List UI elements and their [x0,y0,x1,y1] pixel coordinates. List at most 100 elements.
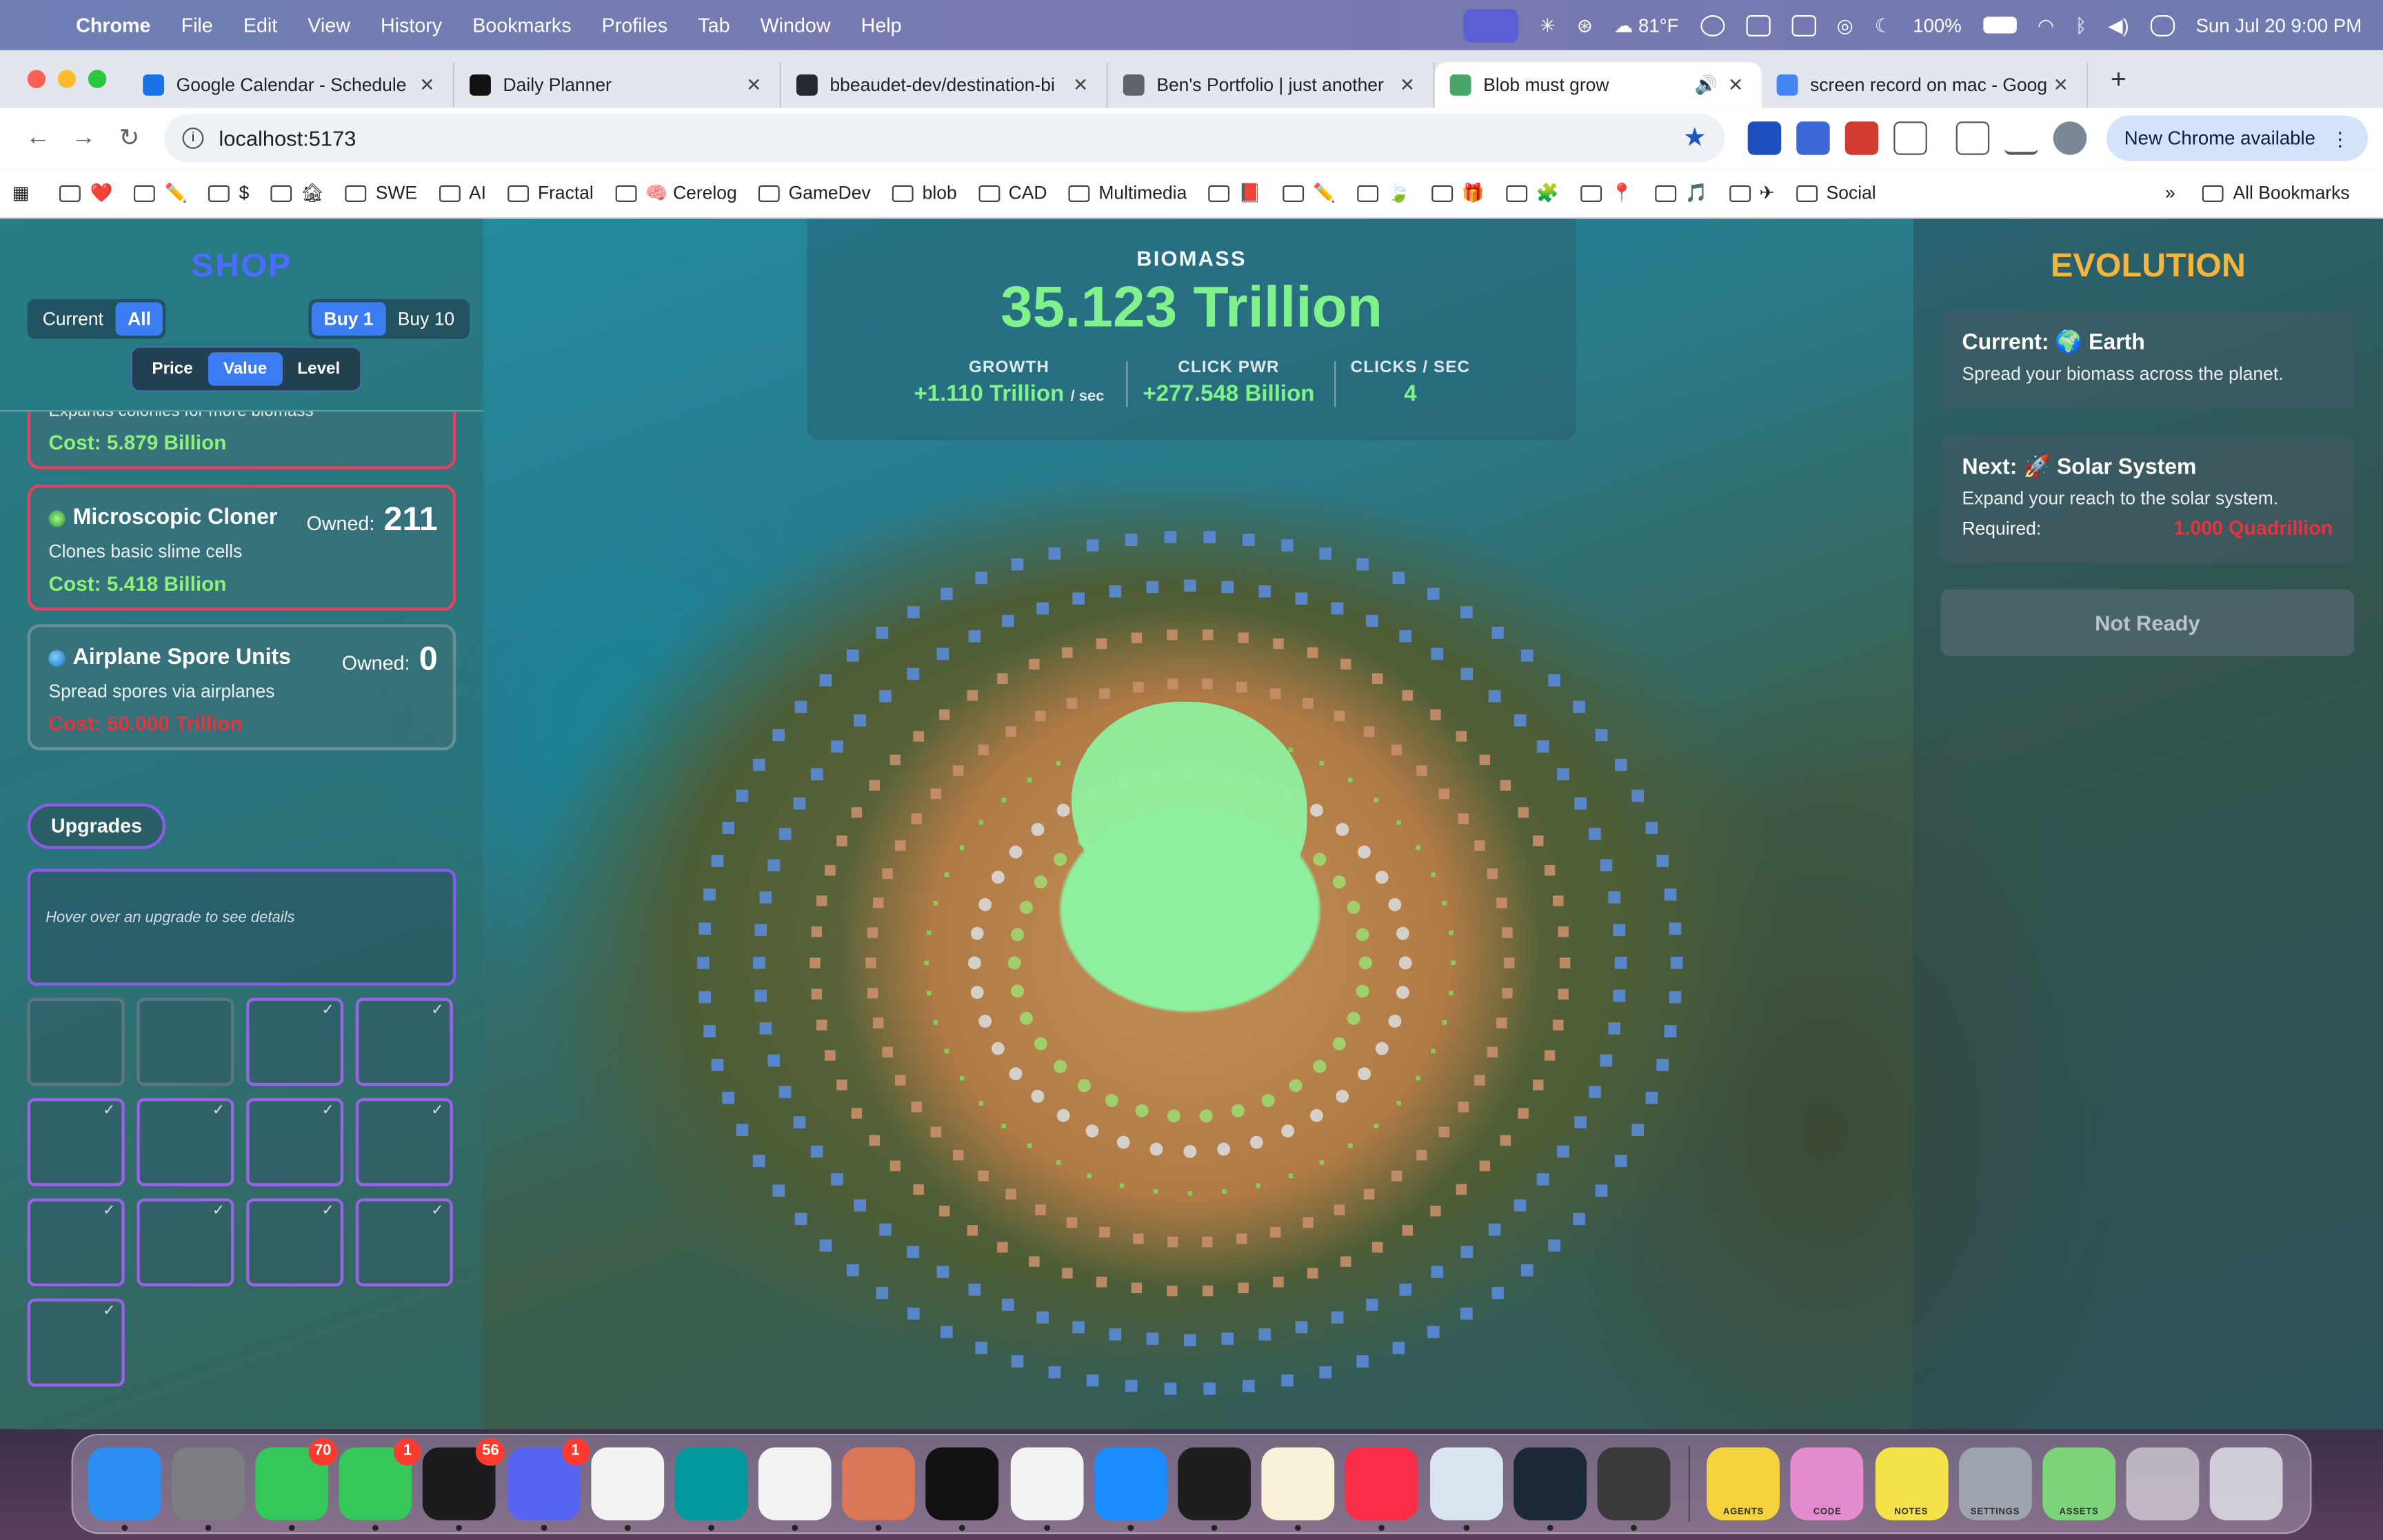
buy-10-button[interactable]: Buy 10 [385,302,467,335]
site-info-icon[interactable]: i [182,128,204,149]
bookmark-folder-cad[interactable]: CAD [978,182,1047,203]
minimize-window-icon[interactable] [57,70,77,88]
reload-icon[interactable]: ↻ [106,123,152,153]
dock-app-vs-code[interactable] [590,1447,664,1531]
grid-icon[interactable] [1745,14,1770,36]
upgrade-slot[interactable]: ✓ [246,1198,344,1287]
dock-folder-assets[interactable]: ASSETS [2042,1447,2115,1521]
screen-share-icon[interactable] [1463,8,1518,42]
cast-icon[interactable] [1955,121,1989,155]
menu-history[interactable]: History [365,14,457,37]
extensions-puzzle-icon[interactable] [1893,121,1927,155]
bookmark-folder-gamedev[interactable]: GameDev [758,182,871,203]
dock-folder-agents[interactable]: AGENTS [1707,1447,1780,1521]
upgrade-slot[interactable]: ✓ [27,1298,125,1387]
upgrade-slot[interactable]: ✓ [137,1198,234,1287]
dock-folder-downloads[interactable] [2126,1447,2200,1521]
dock-app-terminal[interactable] [1178,1447,1251,1531]
bookmark-folder-multimedia[interactable]: Multimedia [1068,182,1187,203]
extension-n-icon[interactable] [1796,121,1830,155]
evolve-button[interactable]: Not Ready [1940,589,2355,656]
tab-portfolio[interactable]: Ben's Portfolio | just another ✕ [1108,62,1435,108]
dock-app-finder[interactable] [87,1447,161,1531]
url-text[interactable]: localhost:5173 [219,126,356,150]
close-tab-icon[interactable]: ✕ [743,74,765,96]
buy-1-button[interactable]: Buy 1 [311,302,386,336]
close-tab-icon[interactable]: ✕ [416,74,438,96]
weather-icon[interactable]: ☁ 81°F [1614,14,1679,37]
close-tab-icon[interactable]: ✕ [1397,74,1418,96]
wifi-icon[interactable]: ◠ [2038,14,2054,37]
tab-google-calendar[interactable]: Google Calendar - Schedule ✕ [128,62,455,108]
upgrade-slot[interactable]: ✓ [27,1198,125,1287]
avatar[interactable] [2053,121,2087,155]
address-bar[interactable]: i localhost:5173 ★ [164,114,1725,163]
bookmark-folder[interactable]: 🎁 [1431,182,1485,203]
bookmark-folder-cerelog[interactable]: 🧠 Cerelog [614,182,737,203]
bookmark-folder[interactable]: 📍 [1580,182,1633,203]
bookmark-folder[interactable]: 🧩 [1505,182,1559,203]
tab-daily-planner[interactable]: Daily Planner ✕ [454,62,781,108]
dock-app-chrome[interactable] [1009,1447,1083,1531]
sort-price-button[interactable]: Price [137,352,208,385]
upgrade-slot[interactable]: ✓ [27,1097,125,1186]
shop-item-microscopic-cloner[interactable]: Microscopic Cloner Owned: 211 Clones basi… [27,484,456,611]
dock-app-safari[interactable] [1094,1447,1167,1531]
volume-icon[interactable]: ◀) [2108,14,2129,37]
bookmark-folder[interactable]: $ [208,182,249,203]
extension-red-icon[interactable] [1844,121,1878,155]
display-icon[interactable] [1791,14,1816,36]
dock-app-cursor[interactable] [926,1447,1000,1531]
play-icon[interactable] [1700,14,1725,36]
back-icon[interactable]: ← [15,125,61,152]
dock-app-steam[interactable] [1513,1447,1587,1531]
zoom-window-icon[interactable] [88,70,107,88]
dock-folder-code[interactable]: CODE [1791,1447,1864,1521]
upgrade-slot[interactable] [137,997,234,1086]
sort-level-button[interactable]: Level [282,352,355,385]
upgrade-slot[interactable]: ✓ [355,997,453,1086]
upgrade-slot[interactable]: ✓ [246,1097,344,1186]
trash-icon[interactable] [2210,1447,2284,1521]
bookmark-folder[interactable]: ✏️ [1283,182,1336,203]
upgrade-slot[interactable] [27,997,125,1086]
upgrade-slot[interactable]: ✓ [137,1097,234,1186]
dock-app-chatgpt[interactable] [758,1447,832,1531]
bookmark-folder-ai[interactable]: AI [438,182,486,203]
menu-window[interactable]: Window [745,14,846,37]
openai-icon[interactable]: ⊛ [1577,14,1593,37]
shop-item-partial[interactable]: Expands colonies for more biomass Cost: … [27,412,456,469]
upgrade-slot[interactable]: ✓ [355,1097,453,1186]
battery-icon[interactable] [1982,17,2017,34]
moon-icon[interactable]: ☾ [1875,14,1892,37]
all-bookmarks-folder[interactable]: All Bookmarks [2202,182,2350,203]
airdrop-icon[interactable]: ◎ [1837,14,1853,37]
menu-file[interactable]: File [166,14,228,37]
bookmark-folder[interactable]: 📕 [1208,182,1261,203]
more-vert-icon[interactable]: ⋮ [2331,127,2350,150]
bookmark-folder-fractal[interactable]: Fractal [507,182,594,203]
close-window-icon[interactable] [27,70,46,88]
shop-item-airplane-spore-units[interactable]: Airplane Spore Units Owned: 0 Spread spor… [27,624,456,751]
close-tab-icon[interactable]: ✕ [1070,74,1092,96]
bookmark-folder[interactable]: 🏚 [270,182,324,203]
menu-profiles[interactable]: Profiles [587,14,683,37]
bookmark-folder[interactable]: 🎵 [1654,182,1708,203]
bookmark-folder[interactable]: ✈ [1729,182,1775,203]
close-tab-icon[interactable]: ✕ [2050,74,2071,96]
dock-app-layers[interactable]: 56 [423,1438,505,1531]
upgrade-slot[interactable]: ✓ [355,1198,453,1287]
menu-tab[interactable]: Tab [683,14,745,37]
game-canvas[interactable]: SHOP Current All Buy 1 Buy 10 Price Valu… [0,219,2383,1430]
dock-app-discord[interactable]: 1 [507,1438,590,1531]
speaker-icon[interactable]: 🔊 [1695,74,1718,96]
bookmark-folder[interactable]: 🍃 [1356,182,1410,203]
bookmark-folder-blob[interactable]: blob [892,182,957,203]
media-icon[interactable] [2004,121,2038,155]
upgrade-slot[interactable]: ✓ [246,997,344,1086]
battery-percent[interactable]: 100% [1913,14,1961,36]
tab-google-search[interactable]: screen record on mac - Goog ✕ [1762,62,2089,108]
bookmark-folder-swe[interactable]: SWE [345,182,417,203]
dock-app-messages[interactable]: 70 [255,1438,338,1531]
dock-app-quicktime[interactable] [1597,1447,1671,1531]
